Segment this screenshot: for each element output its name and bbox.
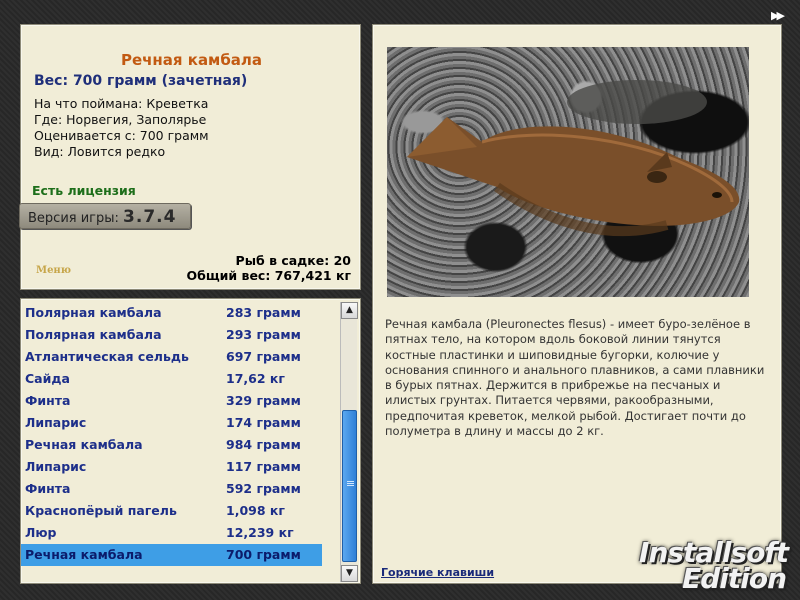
list-item-name: Сайда [25, 371, 70, 386]
list-item[interactable]: Сайда 17,62 кг [21, 368, 322, 390]
license-status: Есть лицензия [32, 183, 136, 198]
keepnet-stats: Рыб в садке: 20 Общий вес: 767,421 кг [187, 253, 352, 283]
list-item-name: Речная камбала [25, 437, 143, 452]
list-item-weight: 283 грамм [226, 305, 301, 320]
list-item[interactable]: Полярная камбала 283 грамм [21, 302, 322, 324]
list-item[interactable]: Атлантическая сельдь 697 грамм [21, 346, 322, 368]
flounder-image [407, 80, 740, 237]
list-item[interactable]: Речная камбала 700 грамм [21, 544, 322, 566]
menu-link[interactable]: Меню [36, 265, 71, 276]
grip-icon [347, 481, 354, 482]
list-item-name: Люр [25, 525, 57, 540]
list-item-weight: 17,62 кг [226, 371, 285, 386]
list-item-name: Липарис [25, 459, 87, 474]
list-item[interactable]: Липарис 117 грамм [21, 456, 322, 478]
total-weight: Общий вес: 767,421 кг [186, 268, 352, 283]
fish-kind: Вид: Ловится редко [34, 144, 166, 159]
list-item-name: Полярная камбала [25, 327, 162, 342]
list-item-weight: 1,098 кг [226, 503, 285, 518]
game-version-badge: Версия игры: 3.7.4 [19, 203, 191, 229]
list-item-weight: 117 грамм [226, 459, 301, 474]
list-item[interactable]: Люр 12,239 кг [21, 522, 322, 544]
fish-weight: Вес: 700 грамм (зачетная) [34, 73, 248, 89]
list-item-weight: 12,239 кг [226, 525, 294, 540]
hotkeys-link[interactable]: Горячие клавиши [381, 566, 494, 579]
fish-count: Рыб в садке: 20 [235, 253, 351, 268]
catch-list-panel: Полярная камбала 283 грамм Полярная камбал… [20, 298, 361, 584]
list-item-name: Речная камбала [25, 547, 143, 562]
fish-description-panel: Речная камбала (Pleuronectes flesus) - и… [372, 24, 782, 584]
rated-from: Оценивается с: 700 грамм [34, 128, 209, 143]
list-item-name: Финта [25, 481, 71, 496]
catch-list: Полярная камбала 283 грамм Полярная камбал… [21, 302, 339, 566]
brand-line2: Edition [682, 562, 787, 595]
list-item-weight: 592 грамм [226, 481, 301, 496]
scrollbar[interactable]: ▲ ▼ [340, 302, 358, 582]
installsoft-logo: Installsoft Edition [639, 530, 800, 600]
list-item[interactable]: Речная камбала 984 грамм [21, 434, 322, 456]
fish-description: Речная камбала (Pleuronectes flesus) - и… [385, 317, 765, 439]
location: Где: Норвегия, Заполярье [34, 112, 207, 127]
fish-title: Речная камбала [120, 51, 263, 69]
list-item[interactable]: Липарис 174 грамм [21, 412, 322, 434]
list-item[interactable]: Полярная камбала 293 грамм [21, 324, 322, 346]
caught-on: На что поймана: Креветка [34, 96, 209, 111]
scroll-thumb[interactable] [342, 410, 357, 562]
list-item[interactable]: Краснопёрый пагель 1,098 кг [21, 500, 322, 522]
list-item-name: Краснопёрый пагель [25, 503, 177, 518]
list-item[interactable]: Финта 592 грамм [21, 478, 322, 500]
list-item-name: Финта [25, 393, 71, 408]
list-item-weight: 697 грамм [226, 349, 301, 364]
fish-photo [387, 47, 749, 297]
list-item-weight: 984 грамм [226, 437, 301, 452]
arrow-up-icon[interactable]: ▲ [341, 302, 358, 319]
list-item-name: Липарис [25, 415, 87, 430]
list-item-weight: 700 грамм [226, 547, 301, 562]
list-item[interactable]: Финта 329 грамм [21, 390, 322, 412]
list-item-name: Полярная камбала [25, 305, 162, 320]
fast-forward-icon[interactable]: ▶▶ [771, 9, 785, 22]
list-item-name: Атлантическая сельдь [25, 349, 189, 364]
list-item-weight: 329 грамм [226, 393, 301, 408]
version-label: Версия игры: [28, 211, 119, 226]
list-item-weight: 293 грамм [226, 327, 301, 342]
fish-info-panel: Речная камбала Вес: 700 грамм (зачетная)… [19, 24, 361, 290]
version-value: 3.7.4 [123, 207, 177, 227]
list-item-weight: 174 грамм [226, 415, 301, 430]
arrow-down-icon[interactable]: ▼ [341, 565, 358, 582]
